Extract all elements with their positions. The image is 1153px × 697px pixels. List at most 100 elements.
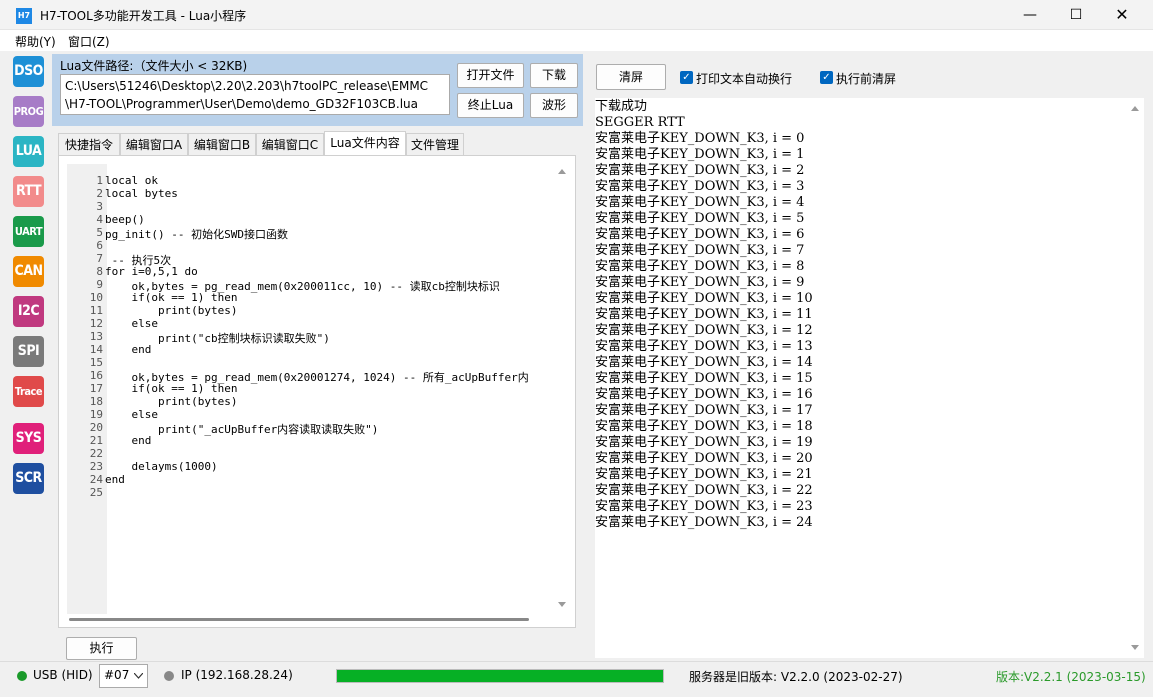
tool-scr-button[interactable]: SCR: [13, 463, 44, 494]
line-number: 3: [96, 200, 103, 213]
code-line: print(bytes): [105, 304, 238, 317]
tab-edit-b[interactable]: 编辑窗口B: [188, 133, 256, 155]
line-number: 25: [89, 486, 103, 499]
output-line: 安富莱电子KEY_DOWN_K3, i = 11: [595, 307, 813, 322]
app-icon: H7: [16, 8, 32, 24]
code-line: end: [105, 343, 152, 356]
scroll-down-arrow-icon: [558, 602, 566, 607]
tab-quick-commands[interactable]: 快捷指令: [58, 133, 120, 155]
output-line: 安富莱电子KEY_DOWN_K3, i = 21: [595, 467, 813, 482]
title-bar: H7 H7-TOOL多功能开发工具 - Lua小程序 — ☐ ✕: [0, 0, 1153, 30]
tool-sys-button[interactable]: SYS: [13, 423, 44, 454]
lua-path-line2: \H7-TOOL\Programmer\User\Demo\demo_GD32F…: [65, 97, 419, 111]
tab-edit-c[interactable]: 编辑窗口C: [256, 133, 324, 155]
code-area[interactable]: local ok local bytes beep() pg_init() -- 初始…: [103, 164, 553, 614]
output-line: 安富莱电子KEY_DOWN_K3, i = 10: [595, 291, 813, 306]
line-number: 13: [89, 330, 103, 343]
output-line: 安富莱电子KEY_DOWN_K3, i = 9: [595, 275, 805, 290]
line-number: 1: [96, 174, 103, 187]
line-number: 9: [96, 278, 103, 291]
tab-edit-a[interactable]: 编辑窗口A: [120, 133, 188, 155]
output-console[interactable]: 下载成功 SEGGER RTT 安富莱电子KEY_DOWN_K3, i = 0 安富莱…: [595, 98, 1144, 658]
output-vertical-scrollbar[interactable]: [1128, 100, 1142, 656]
tool-i2c-button[interactable]: I2C: [13, 296, 44, 327]
line-number: 23: [89, 460, 103, 473]
clear-before-exec-checkbox[interactable]: ✓: [820, 71, 833, 84]
auto-wrap-checkbox[interactable]: ✓: [680, 71, 693, 84]
code-line: else: [105, 317, 158, 330]
lua-path-field[interactable]: C:\Users\51246\Desktop\2.20\2.203\h7tool…: [60, 74, 450, 115]
device-select-value: #07: [104, 668, 130, 682]
code-line: else: [105, 408, 158, 421]
output-line: 安富莱电子KEY_DOWN_K3, i = 15: [595, 371, 813, 386]
output-line: 安富莱电子KEY_DOWN_K3, i = 3: [595, 179, 805, 194]
editor-vertical-scrollbar[interactable]: [555, 164, 569, 612]
output-line: 安富莱电子KEY_DOWN_K3, i = 6: [595, 227, 805, 242]
menu-window[interactable]: 窗口(Z): [68, 33, 110, 50]
server-version: 服务器是旧版本: V2.2.0 (2023-02-27): [689, 670, 903, 684]
code-editor[interactable]: 1 2 3 4 5 6 7 8 9 10 11 12 13 14 15 16 17 18 19 20 21 22 23 24 2…: [58, 155, 576, 628]
device-select[interactable]: #07: [99, 664, 148, 688]
line-number: 17: [89, 382, 103, 395]
output-line: 安富莱电子KEY_DOWN_K3, i = 0: [595, 131, 805, 146]
download-button[interactable]: 下载: [530, 63, 578, 88]
tab-file-manager[interactable]: 文件管理: [406, 133, 464, 155]
tab-lua-file-content[interactable]: Lua文件内容: [324, 131, 406, 155]
chevron-down-icon: [134, 673, 143, 679]
scroll-down-arrow-icon: [1131, 645, 1139, 650]
output-line: 安富莱电子KEY_DOWN_K3, i = 17: [595, 403, 813, 418]
waveform-button[interactable]: 波形: [530, 93, 578, 118]
line-number: 16: [89, 369, 103, 382]
tool-rtt-button[interactable]: RTT: [13, 176, 44, 207]
code-line: end: [105, 473, 125, 486]
output-line: 安富莱电子KEY_DOWN_K3, i = 13: [595, 339, 813, 354]
menu-help[interactable]: 帮助(Y): [15, 33, 56, 50]
output-line: 安富莱电子KEY_DOWN_K3, i = 4: [595, 195, 805, 210]
scroll-up-arrow-icon: [1131, 106, 1139, 111]
code-line: pg_init() -- 初始化SWD接口函数: [105, 228, 288, 241]
minimize-button[interactable]: —: [1007, 0, 1053, 30]
lua-path-line1: C:\Users\51246\Desktop\2.20\2.203\h7tool…: [65, 79, 429, 93]
tool-prog-button[interactable]: PROG: [13, 96, 44, 127]
line-number: 6: [96, 239, 103, 252]
line-number: 14: [89, 343, 103, 356]
code-line: delayms(1000): [105, 460, 218, 473]
tool-dso-button[interactable]: DSO: [13, 56, 44, 87]
code-line: beep(): [105, 213, 145, 226]
tool-trace-button[interactable]: Trace: [13, 376, 44, 407]
tool-uart-button[interactable]: UART: [13, 216, 44, 247]
line-number: 24: [89, 473, 103, 486]
ip-status: IP (192.168.28.24): [181, 668, 293, 682]
stop-lua-button[interactable]: 终止Lua: [457, 93, 524, 118]
app-version: 版本:V2.2.1 (2023-03-15): [996, 670, 1146, 684]
output-line: 安富莱电子KEY_DOWN_K3, i = 23: [595, 499, 813, 514]
auto-wrap-label: 打印文本自动换行: [696, 72, 793, 86]
window-title: H7-TOOL多功能开发工具 - Lua小程序: [40, 9, 247, 23]
line-number: 15: [89, 356, 103, 369]
line-number: 7: [96, 252, 103, 265]
tool-can-button[interactable]: CAN: [13, 256, 44, 287]
lua-path-panel: Lua文件路径:（文件大小 < 32KB) C:\Users\51246\Des…: [52, 54, 583, 126]
maximize-button[interactable]: ☐: [1053, 0, 1099, 30]
line-number: 11: [89, 304, 103, 317]
line-number: 22: [89, 447, 103, 460]
tool-spi-button[interactable]: SPI: [13, 336, 44, 367]
lua-path-label: Lua文件路径:（文件大小 < 32KB): [60, 59, 248, 73]
line-number: 21: [89, 434, 103, 447]
open-file-button[interactable]: 打开文件: [457, 63, 524, 88]
close-button[interactable]: ✕: [1099, 0, 1145, 30]
usb-status-dot-icon: [17, 671, 27, 681]
usb-status: USB (HID): [33, 668, 93, 682]
tool-lua-button[interactable]: LUA: [13, 136, 44, 167]
clear-screen-button[interactable]: 清屏: [596, 64, 666, 90]
line-number: 5: [96, 226, 103, 239]
code-line: if(ok == 1) then: [105, 382, 238, 395]
code-line: for i=0,5,1 do: [105, 265, 198, 278]
execute-button[interactable]: 执行: [66, 637, 137, 660]
editor-horizontal-scrollbar[interactable]: [69, 618, 529, 621]
tool-sidebar: DSO PROG LUA RTT UART CAN I2C SPI Trace SYS SCR: [8, 54, 50, 504]
line-number: 8: [96, 265, 103, 278]
ip-status-dot-icon: [164, 671, 174, 681]
output-line: 安富莱电子KEY_DOWN_K3, i = 7: [595, 243, 805, 258]
output-line: 安富莱电子KEY_DOWN_K3, i = 16: [595, 387, 813, 402]
